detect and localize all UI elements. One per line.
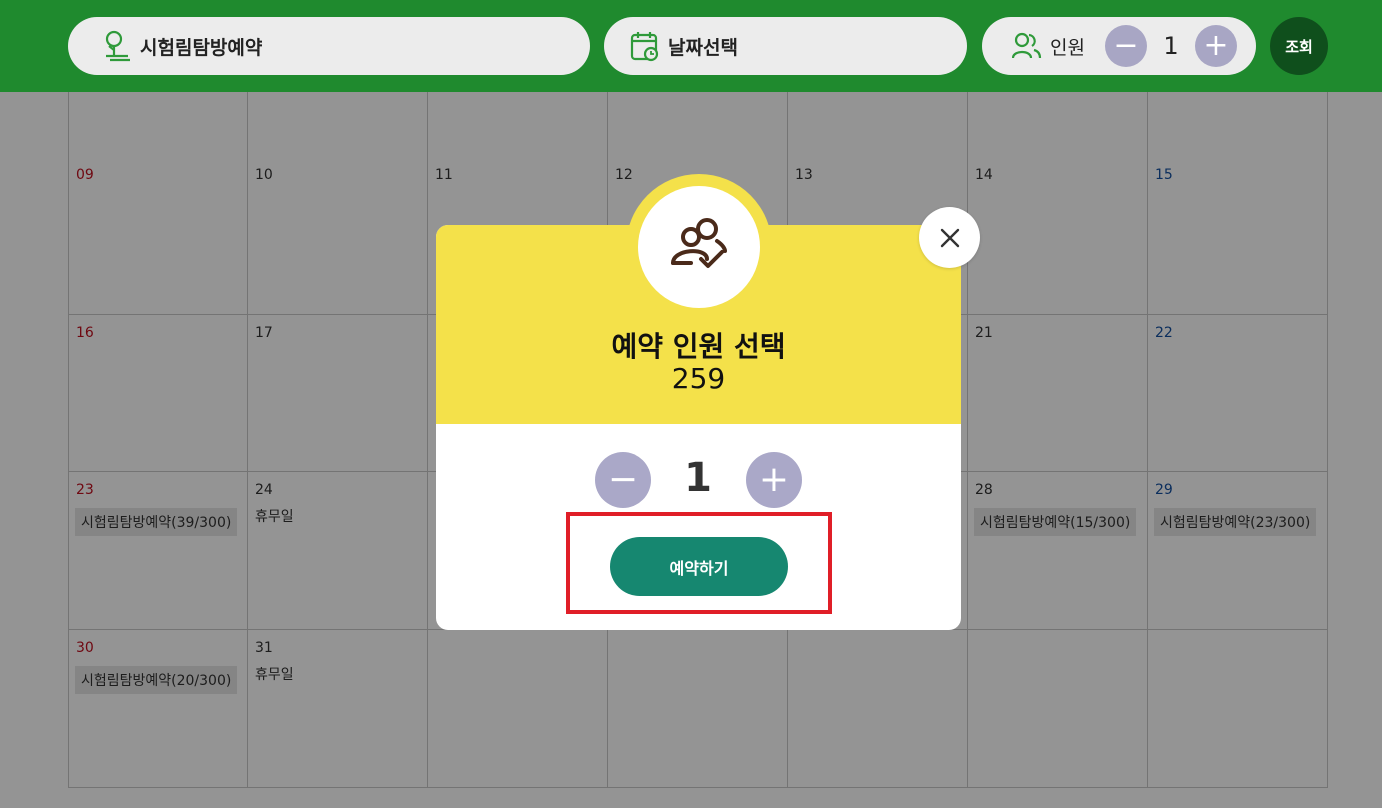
program-select[interactable]: 시험림탐방예약	[68, 17, 590, 75]
program-label: 시험림탐방예약	[140, 36, 263, 59]
date-label: 날짜선택	[668, 36, 738, 59]
modal-plus-button[interactable]: +	[746, 452, 802, 508]
people-label: 인원	[1050, 36, 1085, 59]
reserve-button[interactable]: 예약하기	[610, 537, 788, 596]
people-plus-button[interactable]: +	[1194, 25, 1237, 67]
people-count: 1	[1163, 32, 1179, 60]
calendar-icon	[630, 29, 660, 63]
people-selector: 인원 − 1 +	[982, 17, 1256, 75]
tree-icon	[102, 29, 132, 63]
modal-title: 예약 인원 선택	[611, 330, 786, 363]
modal-subtitle: 259	[671, 362, 726, 395]
close-button[interactable]	[919, 207, 980, 268]
date-select[interactable]: 날짜선택	[604, 17, 967, 75]
top-bar: 시험림탐방예약 날짜선택 인원 − 1 + 조회	[0, 0, 1382, 92]
search-button[interactable]: 조회	[1270, 17, 1328, 75]
people-icon	[1012, 29, 1042, 63]
modal-count: 1	[684, 455, 712, 501]
people-check-icon	[638, 186, 760, 308]
close-icon	[940, 228, 959, 247]
modal-minus-button[interactable]: −	[595, 452, 651, 508]
people-minus-button[interactable]: −	[1104, 25, 1147, 67]
